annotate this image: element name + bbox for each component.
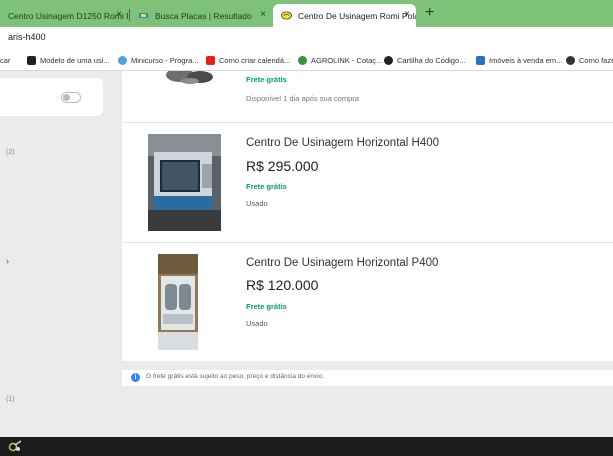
tab-centro-usinagem-active[interactable]: Centro De Usinagem Romi Polar × [273,4,416,27]
address-bar[interactable]: aris-h400 [0,27,613,49]
product-thumbnail[interactable] [148,134,221,231]
youtube-icon [206,55,215,65]
realestate-icon [476,55,485,65]
github-icon [384,55,393,65]
bookmark-car[interactable]: car [0,54,10,66]
bookmark-label: Modelo de uma usi... [40,55,110,65]
edge-icon [566,55,575,65]
results-list: Frete grátis Disponível 1 dia após sua c… [122,71,613,361]
notion-icon [27,55,36,65]
bookmark-cartilha[interactable]: Cartilha do Código... [384,54,465,66]
notice-text: O frete grátis está sujeito ao peso, pre… [146,373,325,380]
agrolink-icon [298,55,307,65]
condition-label: Usado [246,199,268,208]
free-shipping-label: Frete grátis [246,302,287,311]
new-tab-button[interactable]: + [425,5,434,21]
close-icon[interactable]: × [404,9,410,21]
bookmark-label: Como faze [579,55,613,65]
bookmark-modelo-usina[interactable]: Modelo de uma usi... [27,54,110,66]
tab-strip: Centro Usinagem D1250 Romi P × Busca Pla… [0,0,613,27]
filter-count[interactable]: (1) [6,396,15,403]
divider [122,122,613,123]
product-thumbnail[interactable] [160,71,224,87]
shipping-notice: i O frete grátis está sujeito ao peso, p… [122,370,613,386]
bookmark-label: AGROLINK - Cotaç... [311,55,383,65]
bookmark-minicurso[interactable]: Minicurso - Progra... [118,54,199,66]
delivery-info: Disponível 1 dia após sua compra [246,94,359,103]
tab-separator [129,9,130,21]
filter-count[interactable]: (2) [6,149,15,156]
mercadolivre-favicon [281,11,292,20]
bird-icon [118,55,127,65]
tab-title: Busca Placas | Resultado [155,10,252,21]
divider [122,242,613,243]
bookmark-agrolink[interactable]: AGROLINK - Cotaç... [298,54,382,66]
free-shipping-label: Frete grátis [246,75,287,84]
bookmark-como-fazer[interactable]: Como faze [566,54,613,66]
bookmark-label: car [0,55,11,65]
close-icon[interactable]: × [116,9,122,21]
url-text[interactable]: aris-h400 [8,32,46,42]
bookmark-label: Como criar calendá... [219,55,291,65]
tab-title: Centro Usinagem D1250 Romi P [8,10,128,21]
bookmark-label: Minicurso - Progra... [131,55,199,65]
product-price: R$ 120.000 [246,277,319,293]
filter-card [0,78,103,116]
bookmark-label: Imóveis à venda em... [489,55,563,65]
toggle-knob [63,94,70,101]
product-title[interactable]: Centro De Usinagem Horizontal H400 [246,137,439,149]
bookmarks-bar: car Modelo de uma usi... Minicurso - Pro… [0,49,613,71]
close-icon[interactable]: × [260,9,266,21]
product-thumbnail[interactable] [158,254,198,350]
busca-placas-favicon [139,13,148,18]
tab-busca-placas[interactable]: Busca Placas | Resultado × [132,4,272,27]
tab-usinagem-d1250[interactable]: Centro Usinagem D1250 Romi P × [0,4,128,27]
bookmark-como-criar[interactable]: Como criar calendá... [206,54,290,66]
bookmark-label: Cartilha do Código... [397,55,466,65]
page-content: (2) › (1) Frete grátis Disponível 1 dia … [0,71,613,437]
taskbar [0,437,613,456]
snipping-tool-icon[interactable] [8,440,22,453]
condition-label: Usado [246,319,268,327]
product-title[interactable]: Centro De Usinagem Horizontal P400 [246,257,438,269]
filter-toggle[interactable] [61,92,81,103]
product-price: R$ 295.000 [246,158,319,174]
info-icon: i [131,373,140,382]
tab-title: Centro De Usinagem Romi Polar [298,10,416,21]
filter-arrow[interactable]: › [6,256,9,266]
free-shipping-label: Frete grátis [246,182,287,191]
bookmark-imoveis[interactable]: Imóveis à venda em... [476,54,562,66]
